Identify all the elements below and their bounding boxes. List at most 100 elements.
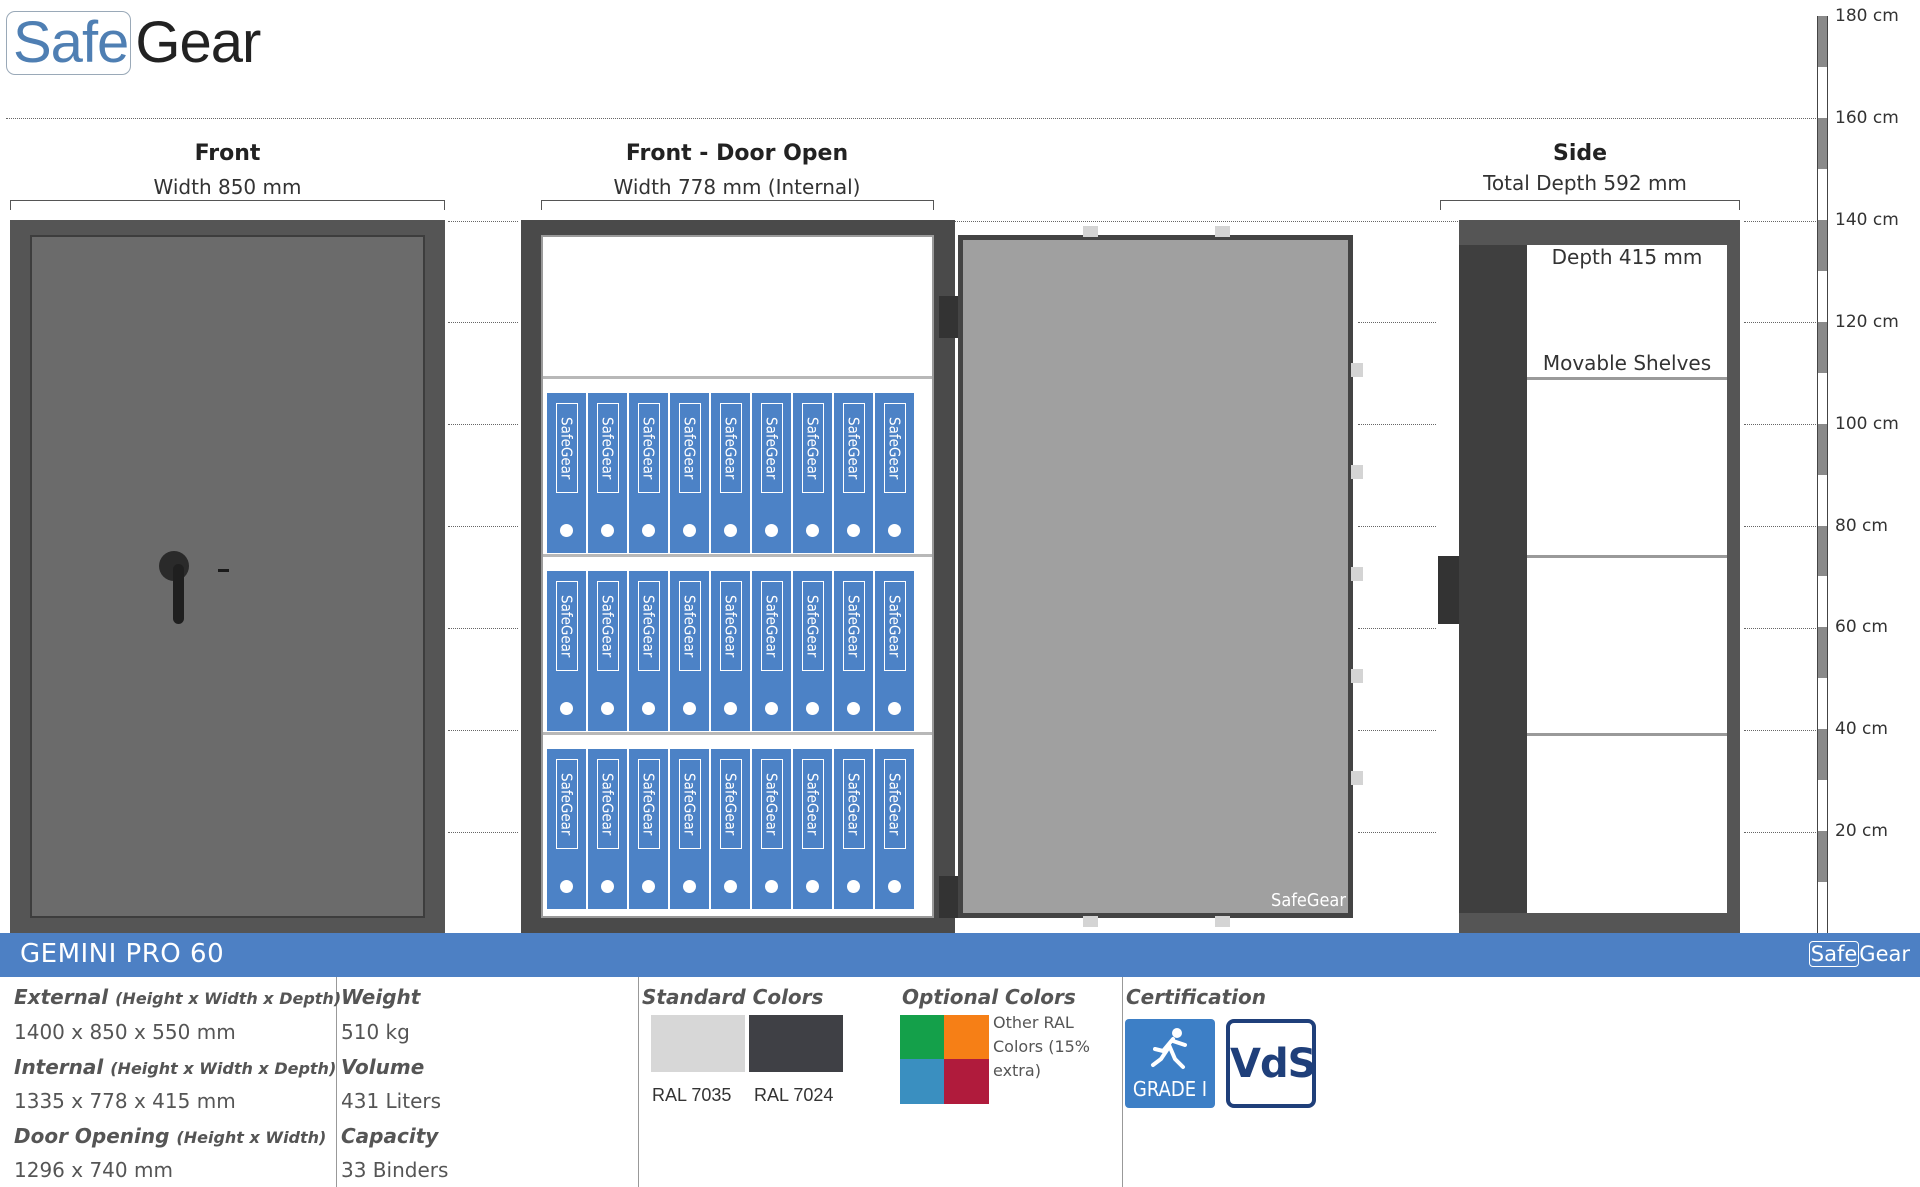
vds-badge: VdS	[1226, 1019, 1316, 1108]
binder-ring-icon	[642, 880, 655, 893]
guide-line	[1358, 832, 1436, 833]
side-depth-label: Depth 415 mm	[1551, 245, 1703, 269]
binder: SafeGear	[709, 749, 750, 909]
binder-label: SafeGear	[842, 403, 865, 493]
logo-gear: Gear	[135, 10, 261, 75]
binder: SafeGear	[709, 571, 750, 731]
binder: SafeGear	[791, 571, 832, 731]
side-shelf	[1527, 377, 1727, 380]
swatch-label: RAL 7024	[754, 1085, 834, 1105]
binder-ring-icon	[560, 702, 573, 715]
guide-line	[1744, 322, 1818, 323]
binder-label: SafeGear	[637, 403, 660, 493]
binder-label: SafeGear	[760, 403, 783, 493]
ruler-label: 160 cm	[1835, 107, 1899, 128]
ruler-label: 100 cm	[1835, 413, 1899, 434]
capacity-value: 33 Binders	[341, 1158, 449, 1182]
swatch-ral-7035	[651, 1015, 745, 1072]
side-shelf	[1527, 733, 1727, 736]
door-handle-icon[interactable]	[173, 564, 184, 624]
binder: SafeGear	[627, 571, 668, 731]
ruler-label: 20 cm	[1835, 821, 1888, 842]
ruler-segment	[1818, 627, 1827, 679]
swatch-label: RAL 7035	[652, 1085, 732, 1105]
guide-line	[1358, 322, 1436, 323]
guide-line	[1744, 730, 1818, 731]
optional-swatch	[944, 1015, 989, 1059]
locking-bolt	[1215, 226, 1230, 237]
optional-swatch	[900, 1059, 944, 1104]
locking-bolt	[1351, 465, 1363, 479]
banner-logo-gear: Gear	[1859, 942, 1910, 966]
binder: SafeGear	[832, 393, 873, 553]
binder: SafeGear	[873, 571, 914, 731]
guide-line	[1358, 730, 1436, 731]
shelf	[543, 376, 932, 379]
burglar-icon	[1151, 1028, 1187, 1069]
binder-label: SafeGear	[842, 759, 865, 849]
side-shelf	[1527, 555, 1727, 558]
side-interior	[1527, 245, 1727, 913]
door-note: (Height x Width)	[176, 1128, 327, 1147]
binder: SafeGear	[832, 571, 873, 731]
binder-label: SafeGear	[883, 581, 906, 671]
grade-badge: GRADE I	[1125, 1019, 1215, 1108]
binder-label: SafeGear	[719, 759, 742, 849]
door-logo: SafeGear	[1271, 890, 1346, 911]
side-title: Side	[1552, 141, 1608, 166]
guide-line	[448, 730, 518, 731]
binder: SafeGear	[586, 571, 627, 731]
locking-bolt	[1351, 771, 1363, 785]
external-note: (Height x Width x Depth)	[115, 989, 342, 1008]
weight-value: 510 kg	[341, 1020, 410, 1044]
standard-colors-title: Standard Colors	[642, 985, 824, 1009]
binder: SafeGear	[627, 749, 668, 909]
binder-label: SafeGear	[883, 403, 906, 493]
open-bracket	[541, 200, 934, 210]
internal-note: (Height x Width x Depth)	[110, 1059, 337, 1078]
ruler-segment	[1818, 321, 1827, 373]
ruler-segment	[1818, 117, 1827, 169]
ruler-segment	[1818, 831, 1827, 883]
open-title: Front - Door Open	[625, 141, 849, 166]
external-label: External (Height x Width x Depth)	[14, 985, 341, 1009]
binder-ring-icon	[847, 524, 860, 537]
divider	[1122, 977, 1123, 1187]
binder-label: SafeGear	[678, 581, 701, 671]
binder-ring-icon	[724, 524, 737, 537]
locking-bolt	[1083, 916, 1098, 927]
guide-line	[448, 221, 518, 222]
door-label: Door Opening (Height x Width)	[14, 1124, 326, 1148]
binder: SafeGear	[750, 393, 791, 553]
binder: SafeGear	[545, 571, 586, 731]
binder-label: SafeGear	[801, 581, 824, 671]
binder-ring-icon	[683, 702, 696, 715]
binder-label: SafeGear	[637, 581, 660, 671]
guide-line	[1744, 221, 1818, 222]
internal-label: Internal (Height x Width x Depth)	[14, 1055, 336, 1079]
ruler-segment	[1818, 219, 1827, 271]
binder-label: SafeGear	[596, 581, 619, 671]
guide-line	[1358, 424, 1436, 425]
binder-ring-icon	[806, 880, 819, 893]
side-body: Depth 415 mm Movable Shelves	[1459, 220, 1740, 933]
binder-label: SafeGear	[555, 759, 578, 849]
binder-label: SafeGear	[760, 759, 783, 849]
guide-line	[1358, 526, 1436, 527]
binder-ring-icon	[683, 880, 696, 893]
ruler-label: 140 cm	[1835, 209, 1899, 230]
capacity-label: Capacity	[341, 1124, 439, 1148]
binder: SafeGear	[750, 571, 791, 731]
grade-label: GRADE I	[1132, 1077, 1208, 1101]
optional-swatch	[900, 1015, 944, 1059]
optional-swatches	[900, 1015, 989, 1104]
ruler-segment	[1818, 525, 1827, 577]
binder: SafeGear	[545, 393, 586, 553]
keyhole-icon	[218, 569, 229, 572]
banner-logo: SafeGear	[1808, 941, 1910, 967]
binder: SafeGear	[586, 393, 627, 553]
external-value: 1400 x 850 x 550 mm	[14, 1020, 236, 1044]
front-width: Width 850 mm	[153, 175, 302, 199]
guide-line	[1744, 628, 1818, 629]
model-name: GEMINI PRO 60	[20, 939, 225, 969]
